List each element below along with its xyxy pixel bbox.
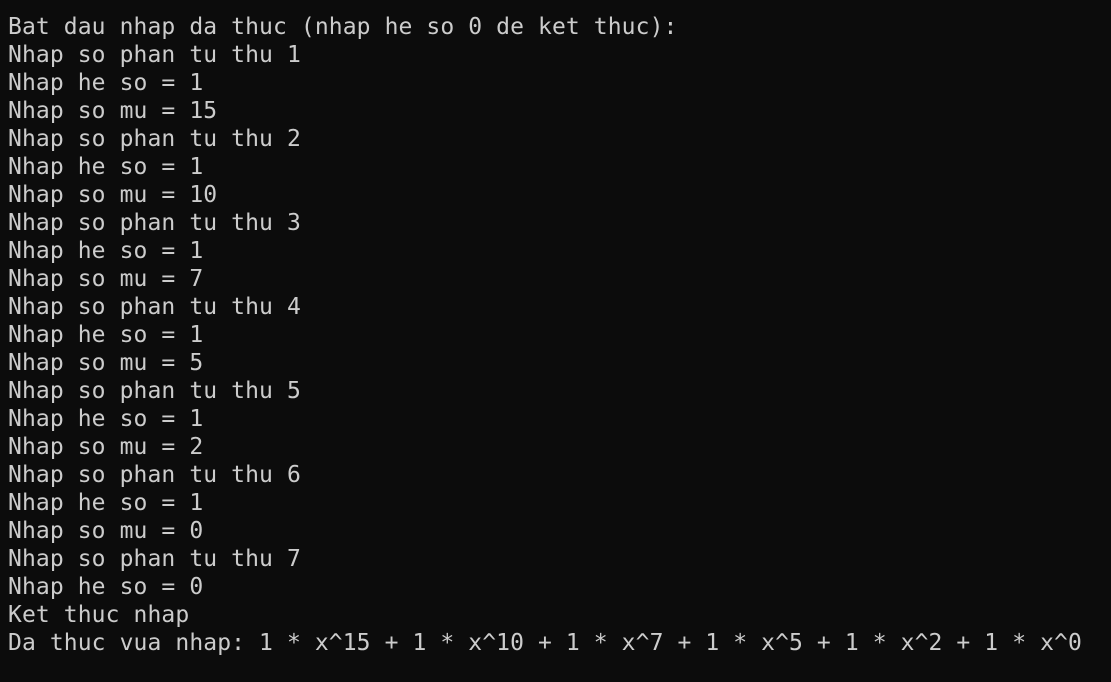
terminal-line: Nhap so mu = 2	[8, 434, 204, 460]
terminal-line: Nhap he so = 1	[8, 490, 204, 516]
terminal-line: Nhap so mu = 7	[8, 266, 204, 292]
terminal-line: Nhap he so = 1	[8, 406, 204, 432]
terminal-line: Nhap he so = 0	[8, 574, 204, 600]
terminal-line: Nhap so phan tu thu 3	[8, 210, 301, 236]
terminal-line: Nhap so phan tu thu 5	[8, 378, 301, 404]
terminal-line: Nhap so mu = 10	[8, 182, 218, 208]
terminal-line: Nhap so phan tu thu 6	[8, 462, 301, 488]
terminal-line: Nhap so mu = 15	[8, 98, 218, 124]
terminal-line: Nhap so phan tu thu 7	[8, 546, 301, 572]
terminal-line: Bat dau nhap da thuc (nhap he so 0 de ke…	[8, 14, 678, 40]
terminal-line: Nhap so mu = 5	[8, 350, 204, 376]
terminal-output: Bat dau nhap da thuc (nhap he so 0 de ke…	[0, 0, 1111, 682]
terminal-line: Nhap so phan tu thu 4	[8, 294, 301, 320]
terminal-line: Nhap so phan tu thu 1	[8, 42, 301, 68]
terminal-line: Nhap he so = 1	[8, 70, 204, 96]
terminal-line: Ket thuc nhap	[8, 602, 190, 628]
terminal-line: Nhap he so = 1	[8, 238, 204, 264]
terminal-line: Da thuc vua nhap: 1 * x^15 + 1 * x^10 + …	[8, 630, 1082, 656]
terminal-line: Nhap he so = 1	[8, 154, 204, 180]
terminal-line: Nhap so mu = 0	[8, 518, 204, 544]
terminal-line: Nhap so phan tu thu 2	[8, 126, 301, 152]
terminal-line: Nhap he so = 1	[8, 322, 204, 348]
